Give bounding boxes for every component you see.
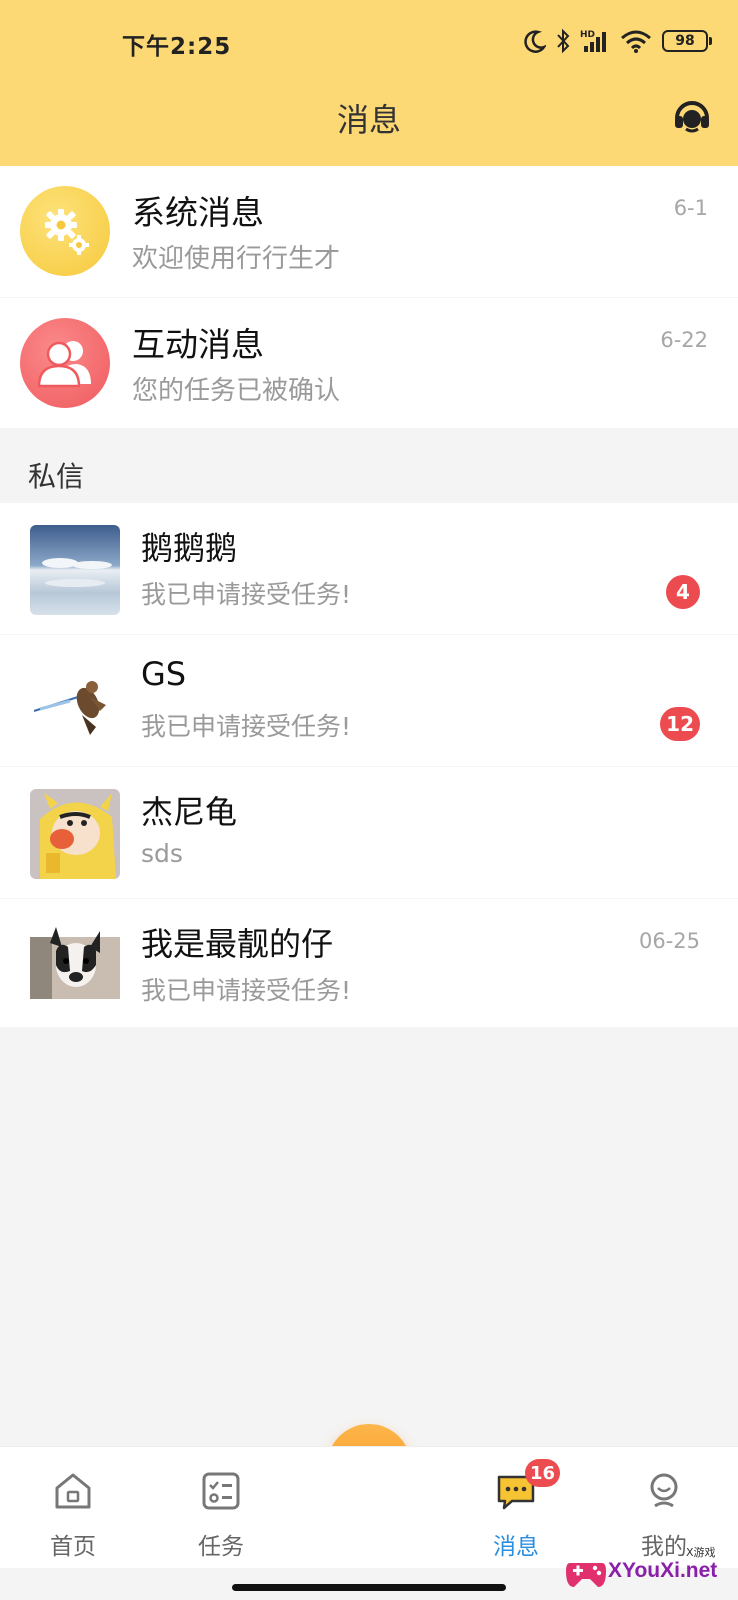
status-icons: HD 98	[524, 26, 712, 56]
system-message-title: 系统消息	[132, 193, 264, 232]
people-icon	[20, 318, 110, 408]
unread-badge: 12	[660, 707, 700, 741]
status-time: 下午2:25	[122, 34, 232, 60]
private-message-item[interactable]: GS 我已申请接受任务! 12	[0, 635, 738, 767]
headset-icon[interactable]	[672, 96, 712, 136]
wifi-icon	[621, 30, 651, 53]
home-indicator	[232, 1584, 506, 1591]
message-preview: 我已申请接受任务!	[141, 976, 352, 1005]
private-message-item[interactable]: 我是最靓的仔 我已申请接受任务! 06-25	[0, 899, 738, 1027]
avatar	[30, 657, 120, 747]
tab-messages[interactable]: 16 消息	[461, 1447, 571, 1569]
interaction-message-time: 6-22	[660, 328, 708, 352]
system-message-list: 系统消息 欢迎使用行行生才 6-1 互动消息 您的任务已被确认 6-22	[0, 166, 738, 428]
bluetooth-icon	[557, 28, 570, 54]
tab-badge: 16	[525, 1459, 561, 1487]
battery-level: 98	[675, 33, 695, 49]
private-message-item[interactable]: 鹅鹅鹅 我已申请接受任务! 4	[0, 503, 738, 635]
contact-name: 我是最靓的仔	[141, 925, 334, 963]
gamepad-icon	[566, 1563, 606, 1587]
profile-icon	[650, 1473, 678, 1508]
tab-label: 消息	[493, 1534, 539, 1560]
system-message-item[interactable]: 系统消息 欢迎使用行行生才 6-1	[0, 166, 738, 298]
private-messages-heading: 私信	[28, 460, 85, 493]
system-message-time: 6-1	[673, 196, 708, 220]
private-message-list: 鹅鹅鹅 我已申请接受任务! 4 GS 我已申请接受任务! 12 杰尼龟 sds …	[0, 503, 738, 1027]
contact-name: 杰尼龟	[141, 793, 238, 831]
task-list-icon	[202, 1472, 240, 1510]
message-time: 06-25	[638, 929, 700, 953]
gear-icon	[20, 186, 110, 276]
avatar	[30, 921, 120, 1011]
moon-icon	[524, 30, 546, 53]
unread-badge: 4	[666, 575, 700, 609]
message-preview: 我已申请接受任务!	[141, 712, 352, 741]
tab-tasks[interactable]: 任务	[166, 1447, 276, 1569]
interaction-message-subtitle: 您的任务已被确认	[132, 376, 341, 406]
svg-text:HD: HD	[580, 30, 595, 40]
avatar	[30, 525, 120, 615]
tab-home[interactable]: 首页	[18, 1447, 128, 1569]
avatar	[30, 789, 120, 879]
signal-icon: HD	[580, 30, 606, 52]
message-preview: sds	[141, 839, 183, 868]
interaction-message-item[interactable]: 互动消息 您的任务已被确认 6-22	[0, 298, 738, 428]
tab-label: 首页	[50, 1534, 96, 1560]
watermark-small-text: X游戏	[686, 1546, 716, 1559]
page-title: 消息	[336, 101, 401, 139]
message-preview: 我已申请接受任务!	[141, 580, 352, 609]
watermark-logo: X游戏 XYouXi.net	[562, 1543, 732, 1595]
system-message-subtitle: 欢迎使用行行生才	[132, 244, 341, 274]
interaction-message-title: 互动消息	[132, 325, 264, 364]
contact-name: GS	[141, 655, 187, 693]
watermark-text: XYouXi.net	[608, 1559, 718, 1582]
battery-indicator: 98	[662, 30, 712, 52]
header-bar: 下午2:25 HD 98 消息	[0, 0, 738, 166]
private-message-item[interactable]: 杰尼龟 sds	[0, 767, 738, 899]
contact-name: 鹅鹅鹅	[141, 529, 238, 567]
home-icon	[55, 1473, 91, 1509]
tab-label: 任务	[198, 1534, 244, 1560]
